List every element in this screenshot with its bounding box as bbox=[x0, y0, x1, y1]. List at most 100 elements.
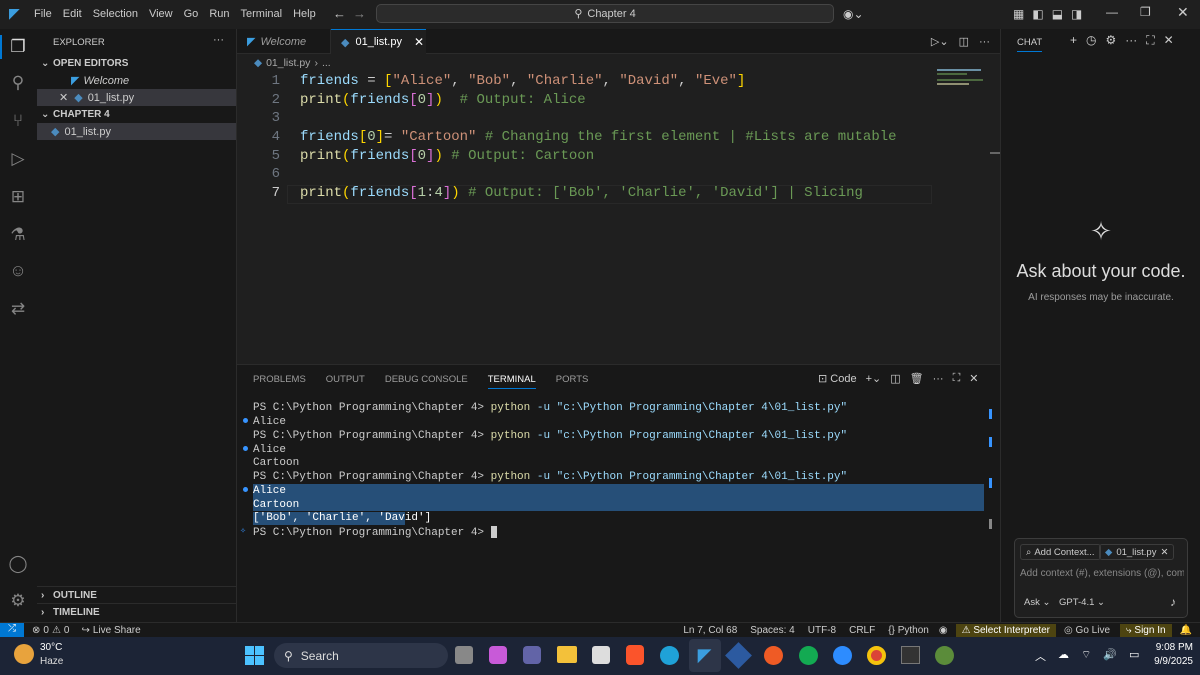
teams-icon[interactable] bbox=[523, 646, 541, 664]
terminal-app-icon[interactable] bbox=[901, 646, 920, 664]
sign-in-button[interactable]: ⤷ Sign In bbox=[1120, 623, 1172, 637]
weather-icon[interactable] bbox=[14, 644, 34, 664]
menu-selection[interactable]: Selection bbox=[93, 8, 138, 20]
close-icon[interactable]: ✕ bbox=[1164, 33, 1174, 48]
taskbar-search[interactable]: ⚲ Search bbox=[274, 643, 448, 668]
weather-desc[interactable]: Haze bbox=[40, 656, 63, 667]
more-actions-icon[interactable]: ··· bbox=[1125, 33, 1137, 48]
maximize-icon[interactable]: ⛶ bbox=[1146, 33, 1154, 48]
command-decoration-icon[interactable] bbox=[243, 418, 248, 423]
cloud-icon[interactable]: ☁ bbox=[1058, 648, 1069, 664]
store-icon[interactable] bbox=[592, 646, 610, 664]
indentation[interactable]: Spaces: 4 bbox=[750, 625, 794, 636]
tab-output[interactable]: OUTPUT bbox=[326, 374, 365, 389]
tab-welcome[interactable]: ◤ Welcome bbox=[237, 29, 331, 54]
toggle-secondary-sidebar-icon[interactable]: ◨ bbox=[1071, 7, 1082, 21]
explorer-icon[interactable]: ❐ bbox=[8, 37, 28, 57]
task-view-icon[interactable] bbox=[455, 646, 473, 664]
breadcrumb-more[interactable]: ... bbox=[322, 57, 331, 69]
split-editor-icon[interactable]: ◫ bbox=[959, 35, 969, 48]
copilot-face-icon[interactable]: ☺ bbox=[8, 261, 28, 281]
restore-button[interactable]: ❐ bbox=[1140, 5, 1151, 19]
app-icon[interactable] bbox=[935, 646, 954, 665]
testing-icon[interactable]: ⚗ bbox=[8, 225, 28, 245]
customize-layout-icon[interactable]: ▦ bbox=[1013, 7, 1024, 21]
forward-arrow-icon[interactable]: → bbox=[353, 6, 366, 21]
run-debug-icon[interactable]: ▷ bbox=[8, 149, 28, 169]
terminal[interactable]: ✧ PS C:\Python Programming\Chapter 4> py… bbox=[237, 402, 1000, 582]
menu-view[interactable]: View bbox=[149, 8, 173, 20]
copilot-icon[interactable]: ◉⌄ bbox=[843, 7, 864, 21]
menu-terminal[interactable]: Terminal bbox=[241, 8, 283, 20]
close-icon[interactable]: ✕ bbox=[414, 35, 424, 49]
maximize-panel-icon[interactable]: ⛶ bbox=[953, 372, 961, 385]
close-button[interactable]: ✕ bbox=[1177, 4, 1189, 21]
settings-gear-icon[interactable]: ⚙ bbox=[1106, 33, 1117, 48]
back-arrow-icon[interactable]: ← bbox=[333, 6, 346, 21]
toggle-panel-icon[interactable]: ⬓ bbox=[1052, 7, 1063, 21]
problems-indicator[interactable]: ⊗ 0 ⚠ 0 bbox=[32, 625, 69, 636]
vscode-icon[interactable]: ◤ bbox=[695, 646, 714, 665]
code-editor[interactable]: 1 friends = ["Alice", "Bob", "Charlie", … bbox=[237, 72, 1000, 222]
menu-run[interactable]: Run bbox=[209, 8, 229, 20]
more-actions-icon[interactable]: ··· bbox=[979, 36, 990, 48]
command-decoration-icon[interactable] bbox=[243, 446, 248, 451]
clock-time[interactable]: 9:08 PM bbox=[1143, 642, 1193, 653]
extensions-icon[interactable]: ⊞ bbox=[8, 187, 28, 207]
add-context-button[interactable]: ⌕ Add Context... bbox=[1020, 544, 1101, 560]
close-panel-icon[interactable]: ✕ bbox=[969, 372, 978, 385]
sparkle-icon[interactable]: ✧ bbox=[240, 525, 246, 537]
run-icon[interactable]: ▷⌄ bbox=[931, 35, 949, 48]
new-terminal-icon[interactable]: +⌄ bbox=[866, 372, 882, 385]
go-live-button[interactable]: ◎ Go Live bbox=[1064, 625, 1110, 636]
remote-explorer-icon[interactable]: ⇄ bbox=[8, 299, 28, 319]
zoom-icon[interactable] bbox=[833, 646, 852, 665]
copilot-app-icon[interactable] bbox=[489, 646, 507, 664]
encoding[interactable]: UTF-8 bbox=[808, 625, 836, 636]
toggle-sidebar-icon[interactable]: ◧ bbox=[1032, 7, 1043, 21]
menu-help[interactable]: Help bbox=[293, 8, 316, 20]
more-actions-icon[interactable]: ··· bbox=[213, 34, 224, 46]
open-editor-list-py[interactable]: ✕ ◆ 01_list.py bbox=[37, 89, 236, 106]
windows-start-icon[interactable] bbox=[245, 646, 264, 665]
select-interpreter-button[interactable]: ⚠ Select Interpreter bbox=[955, 623, 1057, 637]
terminal-shell-icon[interactable]: ⊡ Code bbox=[818, 372, 857, 385]
open-editors-header[interactable]: ⌄ OPEN EDITORS bbox=[37, 55, 236, 72]
command-decoration-icon[interactable] bbox=[243, 487, 248, 492]
folder-header[interactable]: ⌄ CHAPTER 4 bbox=[37, 106, 236, 123]
history-icon[interactable]: ◷ bbox=[1086, 33, 1096, 48]
minimize-button[interactable]: — bbox=[1106, 5, 1118, 19]
clock-date[interactable]: 9/9/2025 bbox=[1143, 656, 1193, 667]
volume-icon[interactable]: 🔊 bbox=[1103, 648, 1117, 664]
live-share-button[interactable]: ↪ Live Share bbox=[81, 625, 140, 636]
file-explorer-icon[interactable] bbox=[557, 646, 577, 663]
trash-icon[interactable]: 🗑 bbox=[910, 372, 924, 385]
more-actions-icon[interactable]: ··· bbox=[933, 373, 944, 385]
chevron-up-icon[interactable]: ︿ bbox=[1035, 648, 1046, 664]
end-of-line[interactable]: CRLF bbox=[849, 625, 875, 636]
breadcrumb-file[interactable]: 01_list.py bbox=[266, 57, 310, 69]
open-editor-welcome[interactable]: ◤ Welcome bbox=[37, 72, 236, 89]
timeline-header[interactable]: › TIMELINE bbox=[37, 603, 236, 620]
chat-input[interactable]: Add context (#), extensions (@), com bbox=[1020, 568, 1184, 579]
minimap[interactable] bbox=[937, 69, 985, 85]
microphone-icon[interactable]: ♪ bbox=[1170, 595, 1176, 609]
close-icon[interactable]: ✕ bbox=[1160, 547, 1168, 558]
folder-file-list-py[interactable]: ◆ 01_list.py bbox=[37, 123, 236, 140]
outline-header[interactable]: › OUTLINE bbox=[37, 586, 236, 603]
account-icon[interactable]: ◯ bbox=[8, 554, 28, 574]
brave-icon[interactable] bbox=[626, 645, 644, 665]
sourcetree-icon[interactable] bbox=[725, 642, 752, 669]
mode-dropdown[interactable]: Ask ⌄ bbox=[1024, 597, 1050, 608]
cursor-position[interactable]: Ln 7, Col 68 bbox=[683, 625, 737, 636]
menu-go[interactable]: Go bbox=[184, 8, 199, 20]
menu-edit[interactable]: Edit bbox=[63, 8, 82, 20]
copilot-status-icon[interactable]: ◉ bbox=[939, 625, 948, 636]
settings-gear-icon[interactable]: ⚙ bbox=[8, 591, 28, 611]
remote-indicator-icon[interactable]: ⤮ bbox=[0, 623, 24, 637]
tab-list-py[interactable]: ◆ 01_list.py ✕ bbox=[331, 29, 426, 54]
model-dropdown[interactable]: GPT-4.1 ⌄ bbox=[1059, 597, 1105, 608]
tab-ports[interactable]: PORTS bbox=[556, 374, 589, 389]
close-icon[interactable]: ✕ bbox=[59, 91, 68, 104]
weather-temp[interactable]: 30°C bbox=[40, 642, 62, 653]
